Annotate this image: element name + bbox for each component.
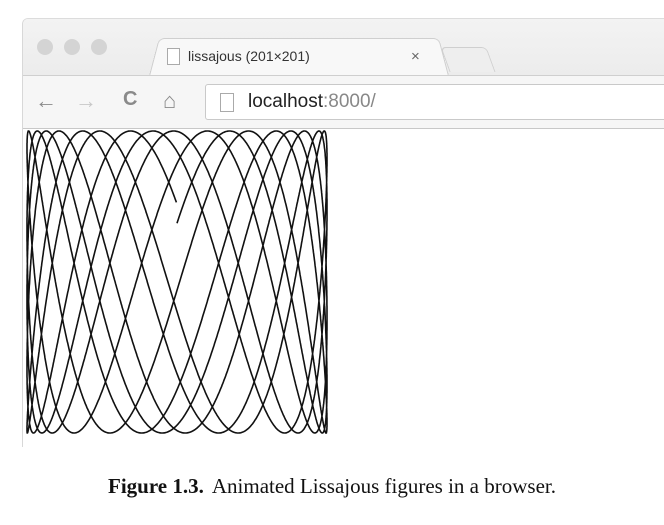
address-bar[interactable]: localhost:8000/ — [205, 84, 664, 120]
lissajous-curve — [26, 130, 328, 434]
minimize-window-button[interactable] — [64, 39, 80, 55]
zoom-window-button[interactable] — [91, 39, 107, 55]
new-tab-button[interactable] — [440, 47, 496, 72]
back-arrow-icon[interactable]: ← — [35, 88, 57, 114]
url-host: localhost — [248, 91, 323, 112]
caption-label: Figure 1.3. — [108, 474, 204, 498]
page-icon — [167, 47, 180, 65]
browser-window: lissajous (201×201) × ← → C ⌂ localhost:… — [22, 18, 664, 447]
close-icon[interactable]: × — [411, 48, 420, 65]
tab-bar: lissajous (201×201) × — [23, 19, 664, 76]
forward-arrow-icon[interactable]: → — [75, 88, 97, 114]
page-icon — [220, 92, 234, 112]
home-icon[interactable]: ⌂ — [163, 88, 176, 114]
lissajous-canvas — [26, 130, 328, 434]
reload-icon[interactable]: C — [123, 88, 137, 111]
close-window-button[interactable] — [37, 39, 53, 55]
tab-lissajous[interactable]: lissajous (201×201) × — [163, 41, 443, 71]
toolbar: ← → C ⌂ localhost:8000/ — [23, 75, 664, 129]
tab-title: lissajous (201×201) — [188, 48, 310, 64]
window-controls — [37, 39, 107, 55]
figure-caption: Figure 1.3. Animated Lissajous figures in… — [0, 474, 664, 499]
url-port-path: :8000/ — [323, 91, 376, 112]
caption-text: Animated Lissajous figures in a browser. — [211, 474, 556, 498]
